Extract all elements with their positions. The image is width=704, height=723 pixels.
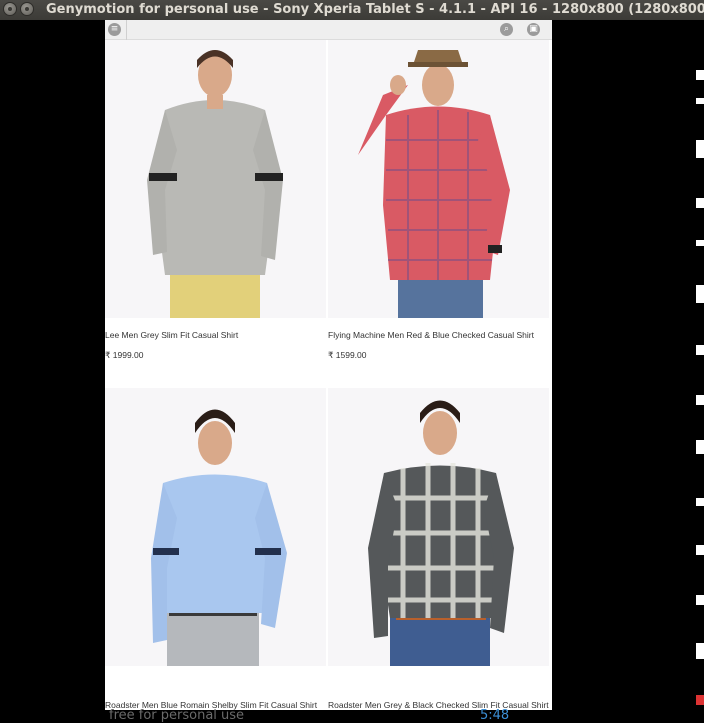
product-card[interactable]: Roadster Men Grey & Black Checked Slim F…	[328, 388, 549, 710]
product-card[interactable]: Roadster Men Blue Romain Shelby Slim Fit…	[105, 388, 326, 710]
watermark-text: free for personal use	[109, 708, 245, 723]
product-name[interactable]: Roadster Men Grey & Black Checked Slim F…	[328, 700, 549, 710]
volume-icon[interactable]	[696, 240, 704, 246]
divider	[126, 20, 127, 40]
status-clock: 5:48	[480, 708, 510, 723]
battery-icon[interactable]	[696, 70, 704, 80]
camera-icon[interactable]	[696, 198, 704, 208]
product-image[interactable]	[328, 40, 549, 318]
volume-down-icon[interactable]	[696, 595, 704, 605]
product-image[interactable]	[105, 40, 326, 318]
product-image[interactable]	[328, 388, 549, 666]
product-name[interactable]: Lee Men Grey Slim Fit Casual Shirt	[105, 330, 326, 341]
search-icon[interactable]: ⌕	[500, 23, 513, 36]
close-window-button[interactable]	[3, 2, 17, 16]
device-screen: ≡ ⌕ ▣ Lee Men Grey Slim Fit Casual Shirt…	[105, 20, 552, 710]
rotate-icon[interactable]	[696, 285, 704, 303]
screen-capture-icon[interactable]	[696, 695, 704, 705]
product-price: ₹ 1599.00	[328, 350, 367, 360]
product-name[interactable]: Flying Machine Men Red & Blue Checked Ca…	[328, 330, 549, 341]
menu-icon[interactable]: ≡	[108, 23, 121, 36]
cart-icon[interactable]: ▣	[527, 23, 540, 36]
wifi-icon[interactable]	[696, 98, 704, 104]
window-titlebar: Genymotion for personal use - Sony Xperi…	[0, 0, 704, 20]
back-icon[interactable]	[696, 345, 704, 355]
recent-apps-icon[interactable]	[696, 440, 704, 454]
volume-up-icon[interactable]	[696, 545, 704, 555]
product-image[interactable]	[105, 388, 326, 666]
product-price: ₹ 1999.00	[105, 350, 144, 360]
product-card[interactable]: Lee Men Grey Slim Fit Casual Shirt ₹ 199…	[105, 40, 326, 380]
emulator-side-toolbar	[690, 40, 704, 720]
power-icon[interactable]	[696, 643, 704, 659]
minimize-window-button[interactable]	[20, 2, 34, 16]
gps-icon[interactable]	[696, 140, 704, 158]
home-icon[interactable]	[696, 395, 704, 405]
app-action-bar: ≡ ⌕ ▣	[105, 20, 552, 40]
menu-icon[interactable]	[696, 498, 704, 506]
window-title: Genymotion for personal use - Sony Xperi…	[46, 2, 704, 17]
product-card[interactable]: Flying Machine Men Red & Blue Checked Ca…	[328, 40, 549, 380]
